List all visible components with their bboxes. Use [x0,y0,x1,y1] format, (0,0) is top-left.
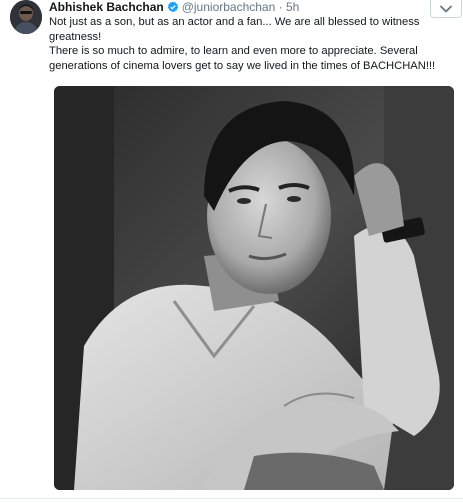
tweet-text-line-1: Not just as a son, but as an actor and a… [49,16,420,43]
tweet-timestamp[interactable]: 5h [286,0,299,14]
divider [0,498,463,499]
separator-dot: · [278,0,283,14]
tweet-header: Abhishek Bachchan @juniorbachchan · 5h [49,0,299,14]
tweet-photo[interactable] [54,86,454,490]
author-handle[interactable]: @juniorbachchan [182,0,276,14]
tweet-text: Not just as a son, but as an actor and a… [49,15,454,73]
verified-badge-icon [167,1,179,16]
author-name[interactable]: Abhishek Bachchan [49,0,164,14]
avatar[interactable] [10,0,42,34]
black-and-white-portrait-image [54,86,454,490]
tweet-card: Abhishek Bachchan @juniorbachchan · 5h No… [0,0,463,503]
tweet-text-line-2: There is so much to admire, to learn and… [49,45,436,72]
